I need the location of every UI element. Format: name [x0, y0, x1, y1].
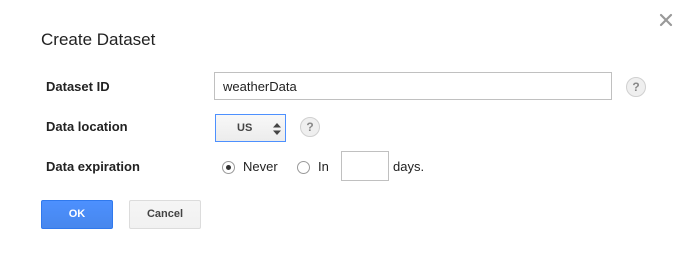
expiration-days-suffix: days. — [393, 159, 425, 174]
expiration-in-label: In — [318, 159, 329, 174]
data-location-help-icon[interactable]: ? — [300, 117, 320, 137]
data-location-select[interactable]: US — [215, 114, 286, 142]
dataset-id-input[interactable] — [214, 72, 612, 100]
select-arrows-icon — [273, 123, 281, 135]
expiration-never-label: Never — [243, 159, 278, 174]
dataset-id-label: Dataset ID — [46, 79, 110, 94]
expiration-never-radio[interactable] — [222, 161, 235, 174]
data-location-label: Data location — [46, 119, 128, 134]
expiration-days-input[interactable] — [341, 151, 389, 181]
dialog-title: Create Dataset — [41, 30, 156, 49]
close-icon[interactable] — [658, 12, 674, 28]
data-location-selected-value: US — [237, 122, 253, 134]
data-expiration-label: Data expiration — [46, 159, 140, 174]
cancel-button[interactable]: Cancel — [129, 200, 201, 229]
expiration-in-radio[interactable] — [297, 161, 310, 174]
dataset-id-help-icon[interactable]: ? — [626, 77, 646, 97]
create-dataset-dialog: Create Dataset Dataset ID ? Data locatio… — [0, 0, 686, 256]
ok-button[interactable]: OK — [41, 200, 113, 229]
